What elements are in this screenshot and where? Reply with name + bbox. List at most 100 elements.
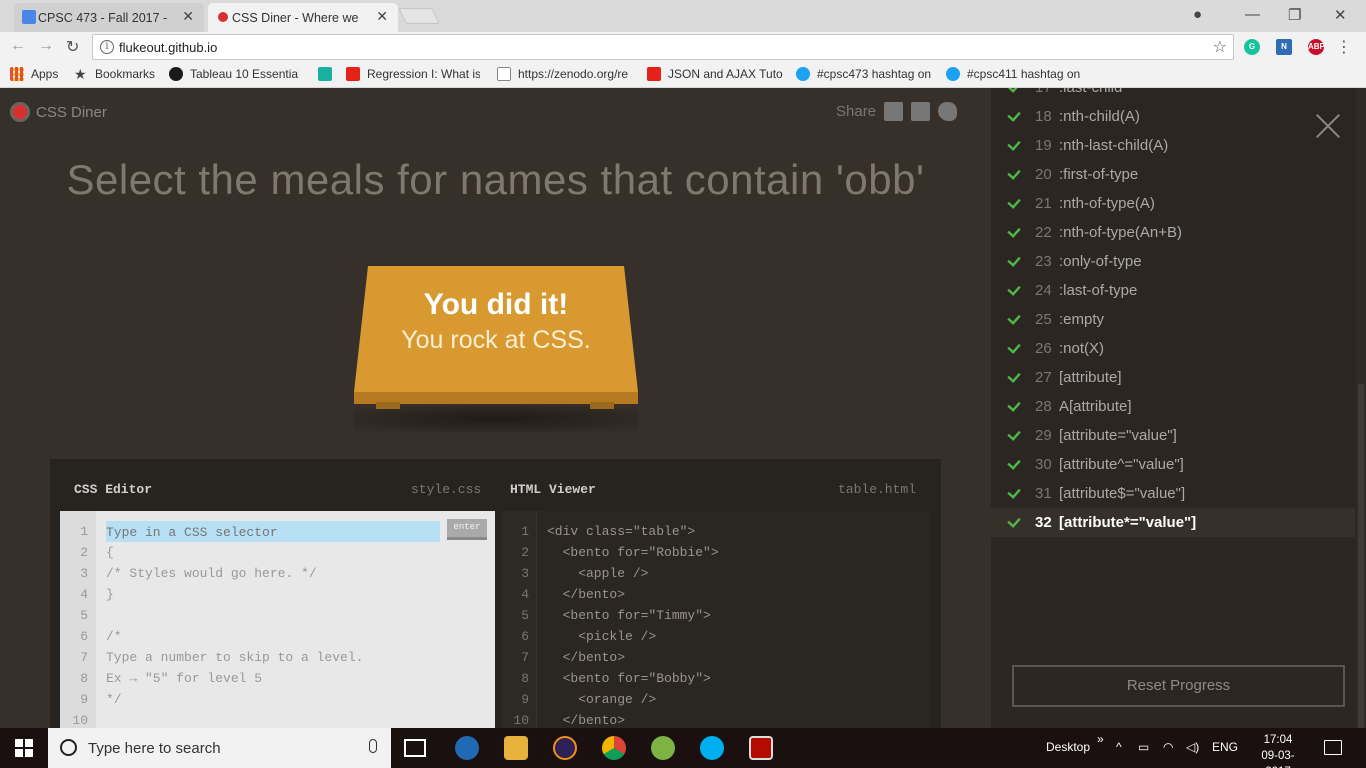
level-item[interactable]: 23:only-of-type xyxy=(991,247,1355,276)
action-center-icon[interactable] xyxy=(1324,740,1342,755)
level-item[interactable]: 18:nth-child(A) xyxy=(991,102,1355,131)
file-explorer-icon[interactable] xyxy=(504,736,528,760)
html-code-line: </bento> xyxy=(547,713,626,728)
desktop-expand-icon[interactable]: » xyxy=(1097,732,1104,746)
line-number: 4 xyxy=(80,587,88,602)
tab-cpsc473[interactable]: CPSC 473 - Fall 2017 - Ho ✕ xyxy=(14,3,204,32)
grammarly-icon[interactable]: G xyxy=(1244,39,1260,55)
level-item[interactable]: 29 [attribute="value"] xyxy=(991,421,1355,450)
table-shadow xyxy=(354,406,638,432)
level-item[interactable]: 21:nth-of-type(A) xyxy=(991,189,1355,218)
html-code-line: <orange /> xyxy=(547,692,657,707)
level-name: :nth-child(A) xyxy=(1059,108,1140,125)
minimize-icon[interactable]: — xyxy=(1245,6,1260,23)
twitter-icon[interactable] xyxy=(938,102,958,121)
sidebar-scrollbar-thumb[interactable] xyxy=(1358,384,1364,728)
chrome-icon[interactable] xyxy=(602,736,626,760)
bookmark-tableau[interactable]: Tableau 10 Essential T xyxy=(169,67,299,81)
language-indicator[interactable]: ENG xyxy=(1212,740,1238,754)
bookmark-swift[interactable] xyxy=(318,67,339,81)
level-item[interactable]: 20:first-of-type xyxy=(991,160,1355,189)
level-item[interactable]: 22:nth-of-type(An+B) xyxy=(991,218,1355,247)
table-leg xyxy=(376,402,400,409)
facebook-icon[interactable] xyxy=(911,102,931,121)
adblock-icon[interactable]: ABP xyxy=(1308,39,1325,55)
completed-check-icon xyxy=(1007,108,1021,122)
profile-icon[interactable]: ● xyxy=(1193,6,1202,23)
html-code-line: </bento> xyxy=(547,650,626,665)
bookmark-bookmarks[interactable]: ★ Bookmarks xyxy=(74,67,155,81)
completed-check-icon xyxy=(1007,311,1021,325)
enter-button[interactable]: enter xyxy=(447,519,487,540)
completed-check-icon xyxy=(1007,340,1021,354)
skype-icon[interactable] xyxy=(700,736,724,760)
bookmark-star-icon[interactable]: ☆ xyxy=(1213,37,1227,57)
level-number: 29 xyxy=(1035,427,1052,444)
eclipse-icon[interactable] xyxy=(553,736,577,760)
site-info-icon[interactable]: i xyxy=(100,40,114,54)
level-item[interactable]: 24:last-of-type xyxy=(991,276,1355,305)
tab-css-diner[interactable]: CSS Diner - Where we fe ✕ xyxy=(208,3,398,32)
completed-check-icon xyxy=(1007,456,1021,470)
level-item[interactable]: 25:empty xyxy=(991,305,1355,334)
line-number: 6 xyxy=(80,629,88,644)
close-tab-icon[interactable]: ✕ xyxy=(376,8,388,25)
level-name: [attribute$="value"] xyxy=(1059,485,1186,502)
bookmark-label: Tableau 10 Essential T xyxy=(190,67,299,81)
desktop-toolbar-label[interactable]: Desktop xyxy=(1046,740,1090,754)
restore-icon[interactable]: ❐ xyxy=(1288,6,1301,24)
wifi-icon[interactable]: ◠ xyxy=(1163,740,1173,754)
level-number: 26 xyxy=(1035,340,1052,357)
css-selector-input[interactable] xyxy=(106,521,440,542)
bookmark-regression[interactable]: Regression I: What is xyxy=(346,67,480,81)
reload-icon[interactable]: ↻ xyxy=(66,37,79,57)
windows-start-icon[interactable] xyxy=(15,739,33,757)
level-item[interactable]: 28 A[attribute] xyxy=(991,392,1355,421)
close-tab-icon[interactable]: ✕ xyxy=(182,8,194,25)
level-item[interactable]: 17:last-child xyxy=(991,88,1355,102)
level-item[interactable]: 26 :not(X) xyxy=(991,334,1355,363)
level-name: :nth-last-child(A) xyxy=(1059,137,1169,154)
level-item[interactable]: 31 [attribute$="value"] xyxy=(991,479,1355,508)
bookmarks-bar: Apps ★ Bookmarks Tableau 10 Essential T … xyxy=(0,62,1366,88)
tray-overflow-icon[interactable]: ^ xyxy=(1116,740,1122,754)
reset-progress-button[interactable]: Reset Progress xyxy=(1012,665,1345,707)
bookmark-cpsc473[interactable]: #cpsc473 hashtag on xyxy=(796,67,934,81)
address-bar[interactable]: i flukeout.github.io ☆ xyxy=(92,34,1234,60)
new-tab-button[interactable] xyxy=(398,8,440,24)
bookmark-json-ajax[interactable]: JSON and AJAX Tutor xyxy=(647,67,783,81)
battery-icon[interactable]: ▭ xyxy=(1138,740,1149,754)
task-view-icon[interactable] xyxy=(404,739,426,757)
close-sidebar-icon[interactable] xyxy=(1316,114,1340,138)
level-name: :not(X) xyxy=(1059,340,1105,357)
level-item[interactable]: 27 [attribute] xyxy=(991,363,1355,392)
android-studio-icon[interactable] xyxy=(651,736,675,760)
level-item[interactable]: 30 [attribute^="value"] xyxy=(991,450,1355,479)
share-bar: Share xyxy=(836,102,958,121)
css-code-line: Ex → "5" for level 5 xyxy=(106,671,263,686)
level-item[interactable]: 32 [attribute*="value"] xyxy=(991,508,1355,537)
logo[interactable]: CSS Diner xyxy=(10,102,107,122)
bookmark-zenodo[interactable]: https://zenodo.org/re xyxy=(497,67,633,81)
close-window-icon[interactable]: ✕ xyxy=(1334,6,1347,24)
r-studio-icon[interactable] xyxy=(455,736,479,760)
share-label: Share xyxy=(836,103,877,120)
taskbar-search-box[interactable]: Type here to search xyxy=(48,728,391,768)
editor-panel: CSS Editor style.css HTML Viewer table.h… xyxy=(50,459,941,768)
level-item[interactable]: 19:nth-last-child(A) xyxy=(991,131,1355,160)
level-number: 31 xyxy=(1035,485,1052,502)
bookmark-cpsc411[interactable]: #cpsc411 hashtag on xyxy=(946,67,1082,81)
taskbar-clock[interactable]: 17:04 09-03-2017 xyxy=(1250,732,1306,768)
volume-icon[interactable]: ◁) xyxy=(1186,740,1199,754)
bookmark-apps[interactable]: Apps xyxy=(10,67,58,81)
level-number: 20 xyxy=(1035,166,1052,183)
acrobat-icon[interactable] xyxy=(749,736,773,760)
microphone-icon[interactable] xyxy=(369,739,377,753)
news-icon[interactable]: N xyxy=(1276,39,1292,55)
email-icon[interactable] xyxy=(884,102,904,121)
back-icon[interactable]: ← xyxy=(10,37,26,55)
menu-icon[interactable]: ⋮ xyxy=(1336,37,1352,57)
level-number: 28 xyxy=(1035,398,1052,415)
forward-icon[interactable]: → xyxy=(38,37,54,55)
completed-check-icon xyxy=(1007,88,1021,93)
